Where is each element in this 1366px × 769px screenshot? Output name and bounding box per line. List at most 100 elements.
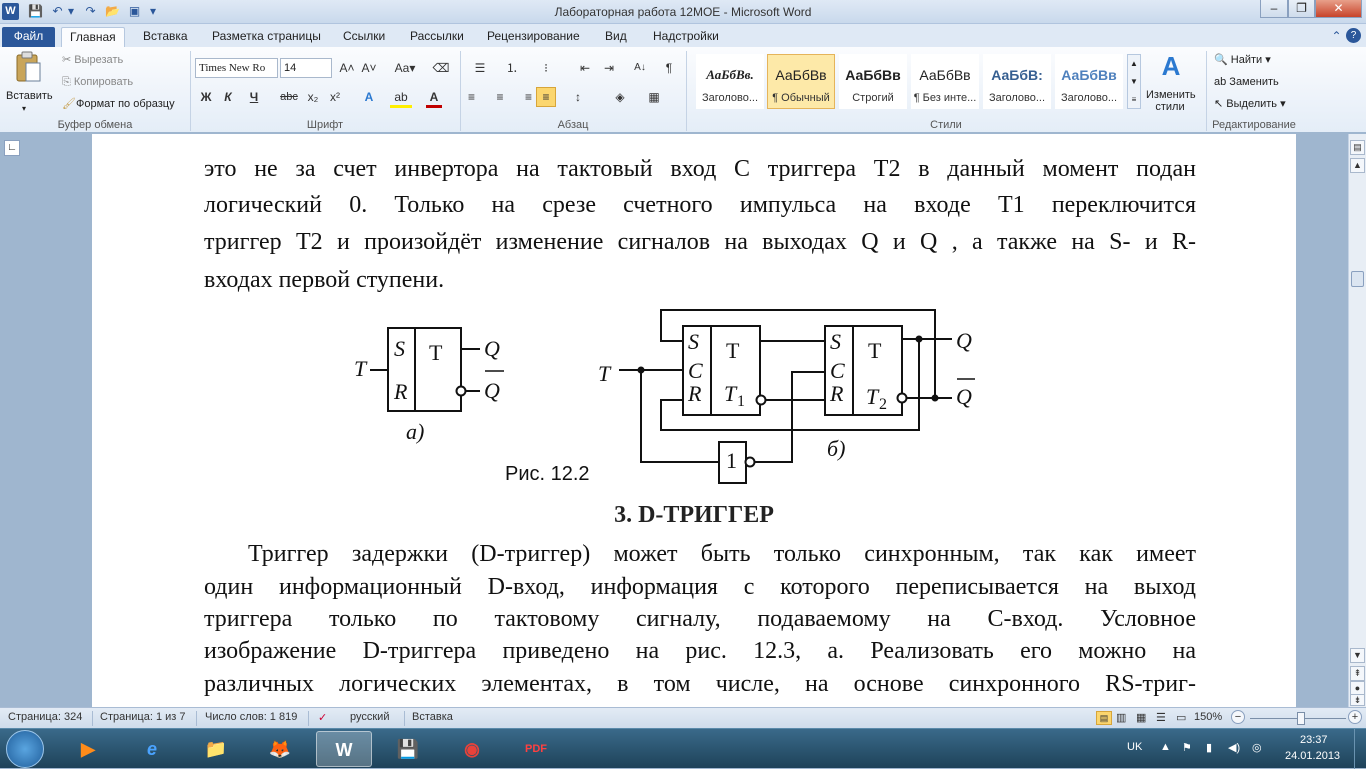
paste-dropdown-icon[interactable]: ▾ bbox=[22, 102, 26, 116]
shading-icon[interactable]: ◈ bbox=[610, 89, 630, 105]
justify-icon[interactable]: ≡ bbox=[536, 87, 556, 107]
bold-button[interactable]: Ж bbox=[198, 89, 214, 105]
borders-icon[interactable]: ▦ bbox=[644, 89, 664, 105]
text-effects-icon[interactable]: A bbox=[360, 89, 378, 105]
word-count-status[interactable]: Число слов: 1 819 bbox=[205, 711, 297, 723]
draft-view-icon[interactable]: ▭ bbox=[1176, 711, 1186, 724]
align-center-icon[interactable]: ≡ bbox=[491, 89, 509, 105]
print-layout-view-icon[interactable]: ▤ bbox=[1096, 711, 1112, 725]
taskbar-media-player-icon[interactable]: ▶ bbox=[60, 731, 116, 767]
volume-icon[interactable]: ◀) bbox=[1228, 741, 1240, 754]
taskbar-firefox-icon[interactable]: 🦊 bbox=[252, 731, 308, 767]
language-status[interactable]: русский bbox=[350, 711, 389, 723]
style-no-spacing[interactable]: АаБбВв ¶ Без инте... bbox=[911, 54, 979, 109]
change-styles-button[interactable]: Изменить стили bbox=[1146, 89, 1196, 113]
taskbar-internet-explorer-icon[interactable]: e bbox=[124, 731, 180, 767]
align-right-icon[interactable]: ≡ bbox=[514, 89, 532, 105]
start-button[interactable] bbox=[6, 730, 44, 768]
copy-button[interactable]: ⎘ Копировать bbox=[62, 75, 133, 89]
tray-app-icon[interactable]: ◎ bbox=[1252, 741, 1262, 754]
close-button[interactable]: ✕ bbox=[1315, 0, 1362, 18]
taskbar-word-icon[interactable]: W bbox=[316, 731, 372, 767]
next-page-icon[interactable]: ⇟ bbox=[1350, 694, 1365, 706]
action-center-icon[interactable]: ⚑ bbox=[1182, 741, 1192, 754]
style-normal[interactable]: АаБбВв ¶ Обычный bbox=[767, 54, 835, 109]
replace-button[interactable]: ab Заменить bbox=[1214, 75, 1279, 89]
clear-formatting-icon[interactable]: ⌫ bbox=[432, 60, 450, 76]
zoom-out-button[interactable]: − bbox=[1231, 710, 1245, 724]
document-page[interactable]: это не за счет инвертора на тактовый вхо… bbox=[92, 134, 1296, 707]
numbering-icon[interactable]: ⒈ bbox=[502, 60, 522, 76]
page-number-status[interactable]: Страница: 324 bbox=[8, 711, 82, 723]
tab-mailings[interactable]: Рассылки bbox=[402, 27, 472, 47]
tab-insert[interactable]: Вставка bbox=[135, 27, 196, 47]
multilevel-list-icon[interactable]: ⁝ bbox=[536, 60, 556, 76]
zoom-in-button[interactable]: + bbox=[1348, 710, 1362, 724]
previous-page-icon[interactable]: ⇞ bbox=[1350, 666, 1365, 681]
paste-icon[interactable] bbox=[14, 51, 42, 85]
clock-date[interactable]: 24.01.2013 bbox=[1285, 750, 1340, 762]
tab-addins[interactable]: Надстройки bbox=[645, 27, 727, 47]
select-button[interactable]: ↖ Выделить ▾ bbox=[1214, 97, 1286, 111]
align-left-icon[interactable]: ≡ bbox=[468, 89, 486, 105]
full-screen-view-icon[interactable]: ▥ bbox=[1116, 711, 1126, 724]
taskbar-explorer-icon[interactable]: 📁 bbox=[188, 731, 244, 767]
network-icon[interactable]: ▮ bbox=[1206, 741, 1212, 754]
paste-button[interactable]: Вставить bbox=[6, 89, 53, 103]
style-strong[interactable]: АаБбВв Строгий bbox=[839, 54, 907, 109]
minimize-ribbon-icon[interactable]: ⌃ bbox=[1328, 28, 1345, 45]
taskbar-pdf-icon[interactable]: PDF bbox=[508, 731, 564, 767]
font-color-icon[interactable]: A bbox=[426, 89, 442, 108]
tab-file[interactable]: Файл bbox=[2, 27, 55, 47]
font-name-combo[interactable]: Times New Ro bbox=[195, 58, 278, 78]
decrease-indent-icon[interactable]: ⇤ bbox=[576, 60, 594, 76]
italic-button[interactable]: К bbox=[220, 89, 236, 105]
help-icon[interactable]: ? bbox=[1346, 28, 1361, 43]
scroll-thumb[interactable] bbox=[1351, 271, 1364, 287]
tray-expand-icon[interactable]: ▲ bbox=[1160, 741, 1171, 753]
cut-button[interactable]: ✂ Вырезать bbox=[62, 53, 123, 67]
style-heading-2[interactable]: АаБбВ: Заголово... bbox=[983, 54, 1051, 109]
styles-gallery-scroll[interactable]: ▲ ▼ ≡ bbox=[1127, 54, 1141, 109]
page-count-status[interactable]: Страница: 1 из 7 bbox=[100, 711, 186, 723]
change-styles-icon[interactable]: A bbox=[1156, 51, 1186, 81]
tab-references[interactable]: Ссылки bbox=[335, 27, 393, 47]
change-case-icon[interactable]: Aa▾ bbox=[392, 60, 418, 76]
strikethrough-button[interactable]: abc bbox=[278, 89, 300, 105]
show-desktop-button[interactable] bbox=[1354, 729, 1366, 769]
tab-stop-selector[interactable]: ∟ bbox=[4, 140, 20, 156]
underline-button[interactable]: Ч bbox=[246, 89, 262, 105]
highlight-icon[interactable]: ab bbox=[390, 89, 412, 108]
web-layout-view-icon[interactable]: ▦ bbox=[1136, 711, 1146, 724]
tab-view[interactable]: Вид bbox=[597, 27, 635, 47]
format-painter-button[interactable]: 🖌Формат по образцу bbox=[62, 97, 175, 111]
subscript-button[interactable]: x₂ bbox=[304, 89, 322, 105]
tab-review[interactable]: Рецензирование bbox=[479, 27, 588, 47]
taskbar-chrome-icon[interactable]: ◉ bbox=[444, 731, 500, 767]
scroll-up-arrow[interactable]: ▲ bbox=[1350, 158, 1365, 173]
insert-mode-status[interactable]: Вставка bbox=[412, 711, 453, 723]
show-marks-icon[interactable]: ¶ bbox=[660, 60, 678, 76]
shrink-font-icon[interactable]: A˅ bbox=[360, 60, 378, 76]
clock-time[interactable]: 23:37 bbox=[1300, 734, 1328, 746]
maximize-button[interactable]: ❐ bbox=[1288, 0, 1315, 18]
style-heading-3[interactable]: АаБбВв Заголово... bbox=[1055, 54, 1123, 109]
font-size-combo[interactable]: 14 bbox=[280, 58, 332, 78]
minimize-button[interactable]: – bbox=[1260, 0, 1288, 18]
bullets-icon[interactable]: ☰ bbox=[470, 60, 490, 76]
tab-home[interactable]: Главная bbox=[61, 27, 125, 47]
zoom-slider-thumb[interactable] bbox=[1297, 712, 1305, 725]
vertical-scrollbar[interactable]: ▤ ▲ ▼ ⇞ ● ⇟ bbox=[1348, 134, 1366, 707]
scroll-down-arrow[interactable]: ▼ bbox=[1350, 648, 1365, 663]
ruler-toggle-icon[interactable]: ▤ bbox=[1350, 140, 1365, 155]
proofing-icon[interactable]: ✓ bbox=[318, 711, 327, 724]
line-spacing-icon[interactable]: ↕ bbox=[568, 89, 588, 105]
style-heading-1[interactable]: АаБбВв. Заголово... bbox=[696, 54, 764, 109]
keyboard-language[interactable]: UK bbox=[1127, 741, 1142, 753]
taskbar-save-app-icon[interactable]: 💾 bbox=[380, 731, 436, 767]
sort-icon[interactable]: A↓ bbox=[630, 60, 650, 76]
superscript-button[interactable]: x² bbox=[326, 89, 344, 105]
tab-page-layout[interactable]: Разметка страницы bbox=[204, 27, 329, 47]
grow-font-icon[interactable]: A˄ bbox=[338, 60, 356, 76]
outline-view-icon[interactable]: ☰ bbox=[1156, 711, 1166, 724]
